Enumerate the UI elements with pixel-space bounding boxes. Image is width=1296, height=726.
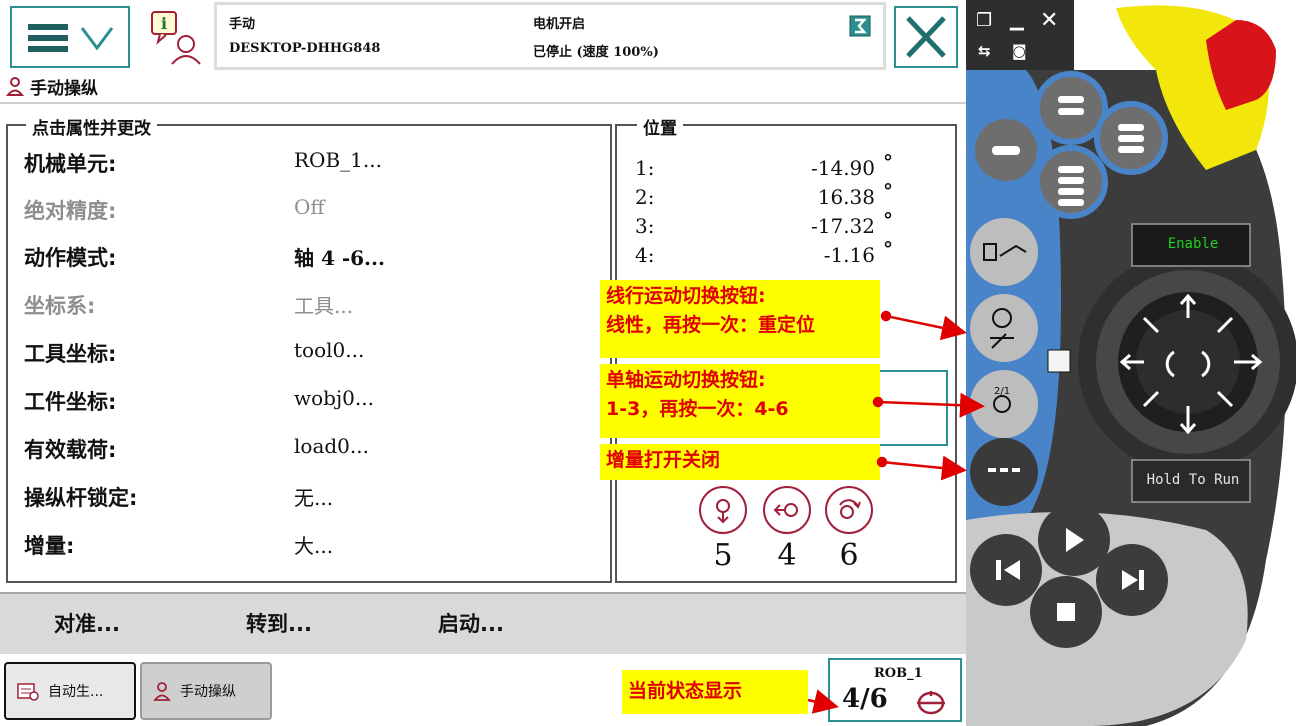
- annotation-arrows: [807, 310, 985, 714]
